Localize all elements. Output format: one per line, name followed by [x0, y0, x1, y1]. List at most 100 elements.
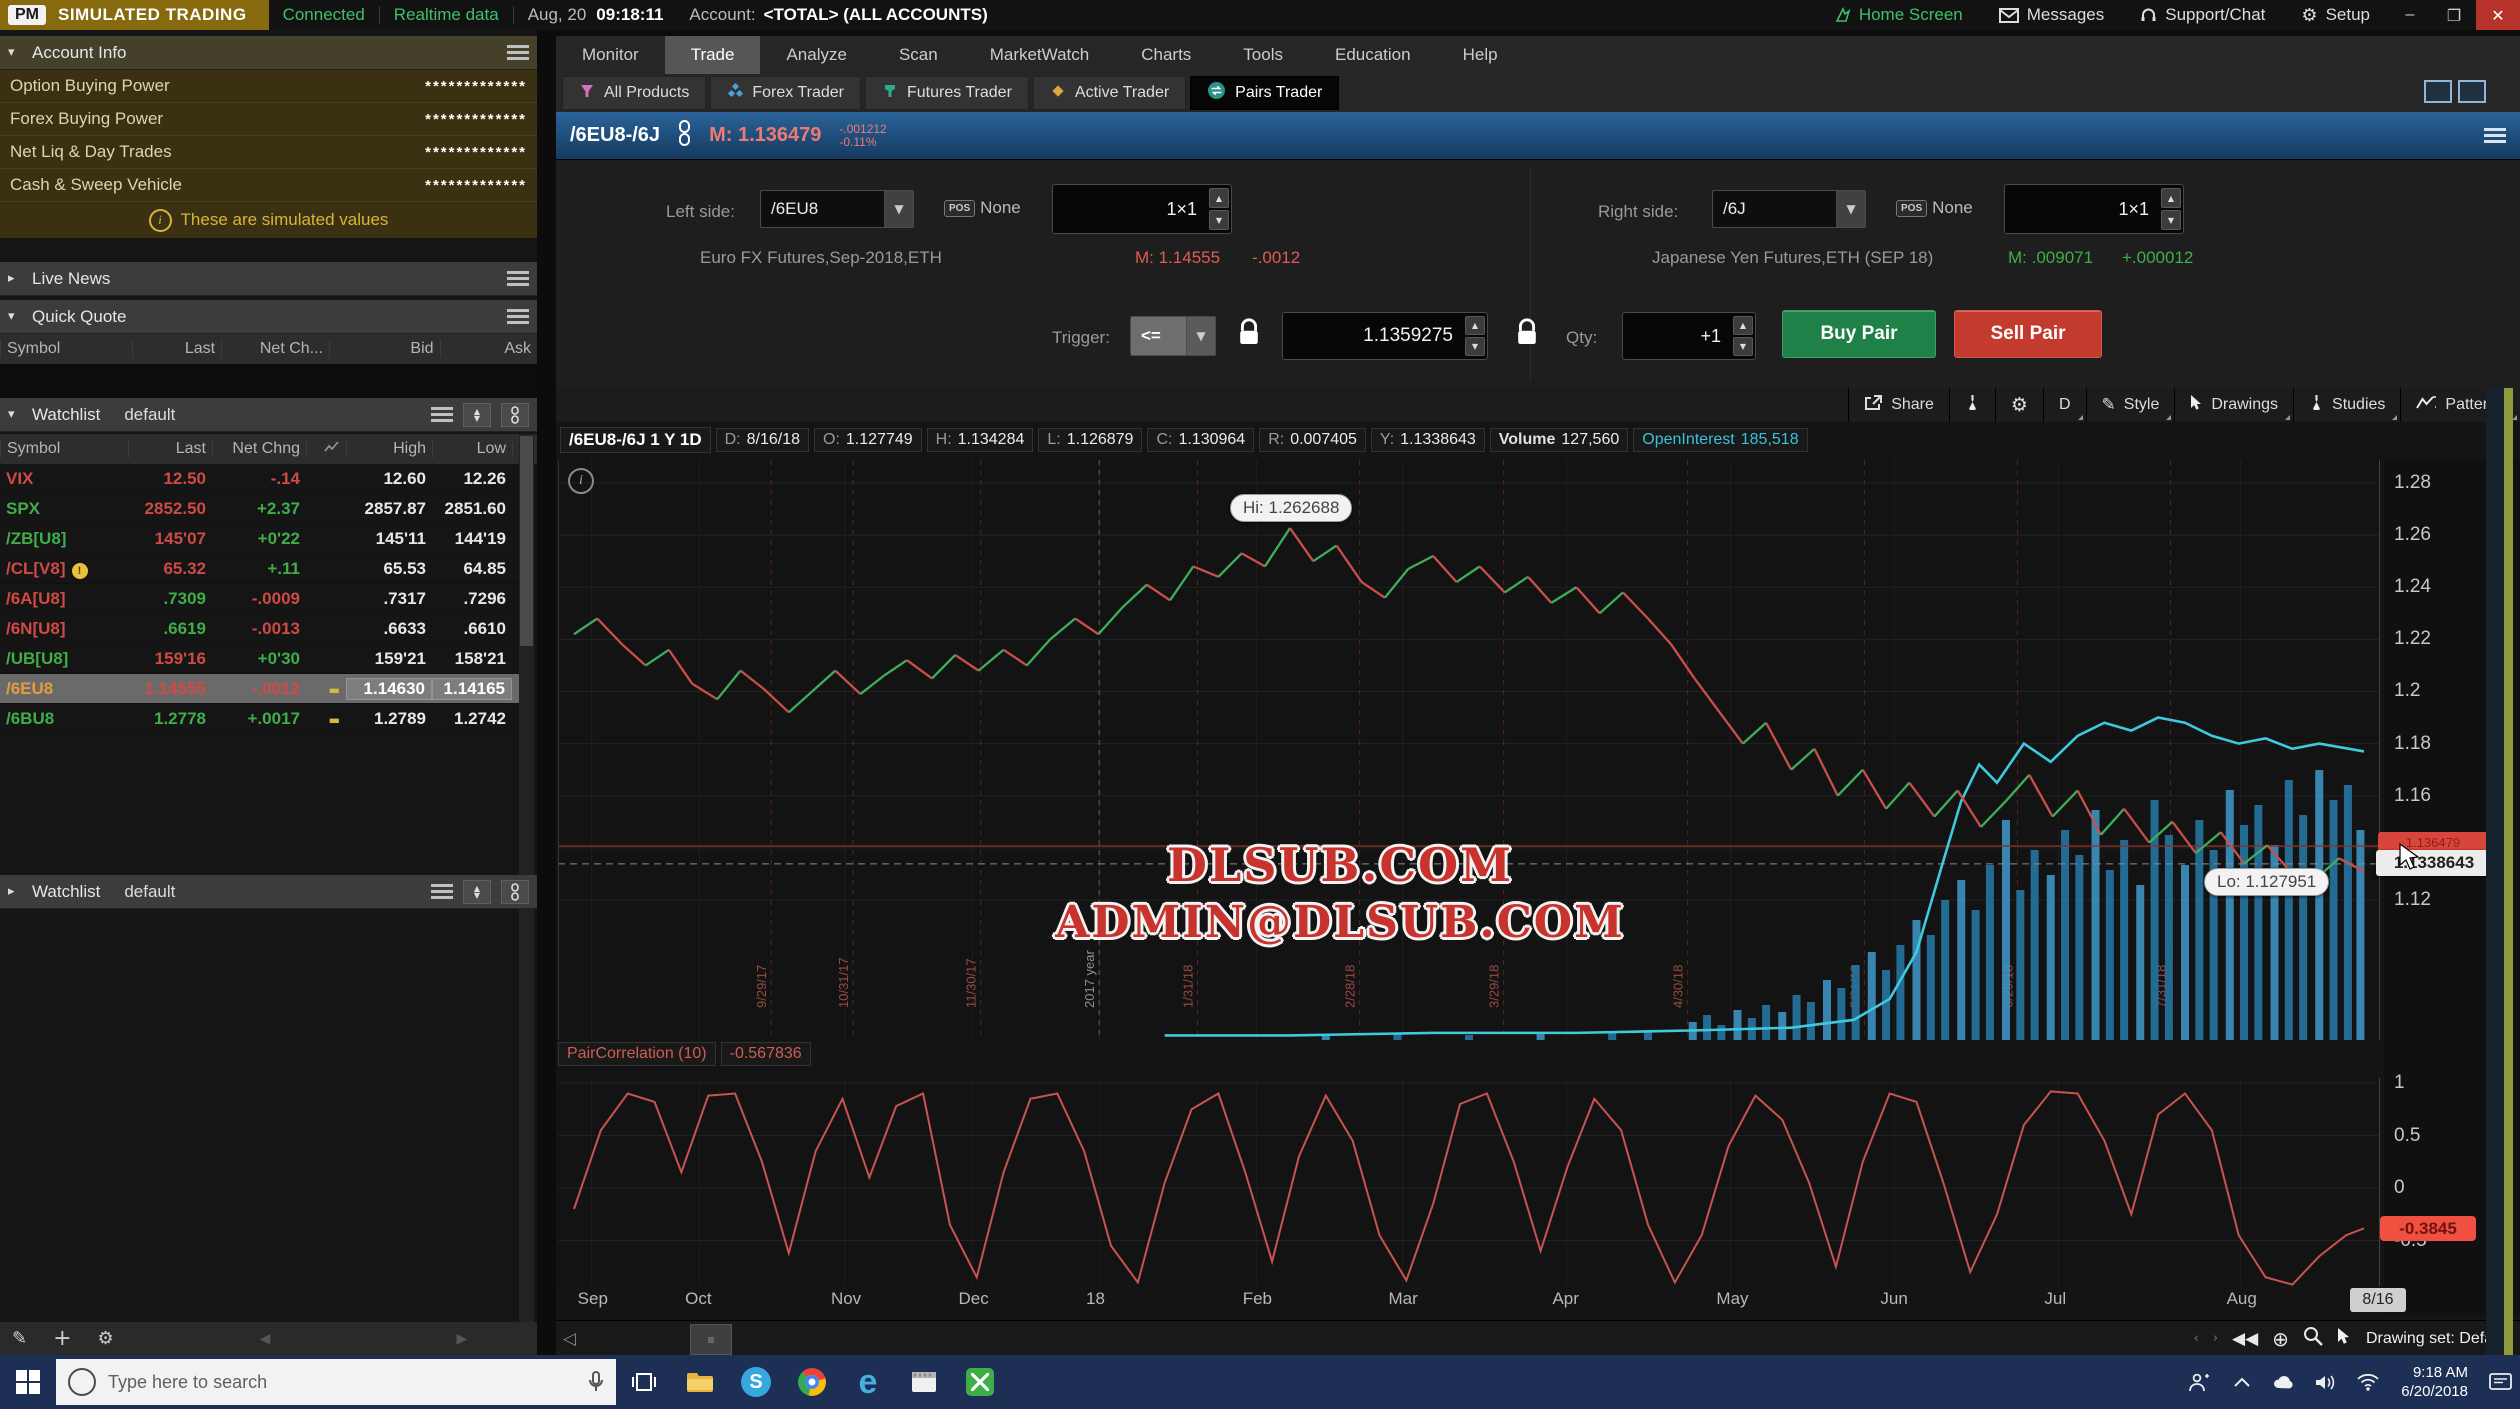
link-icon[interactable] — [501, 403, 529, 427]
speaker-icon[interactable] — [2307, 1355, 2345, 1409]
pair-symbol[interactable]: /6EU8-/6J — [570, 124, 660, 147]
edge-icon[interactable]: e — [840, 1355, 896, 1409]
subtab-all-products[interactable]: All Products — [562, 76, 706, 110]
correlation-plot[interactable] — [558, 1078, 2380, 1286]
setup-button[interactable]: ⚙ Setup — [2283, 0, 2388, 30]
watchlist-row[interactable]: /CL[V8]!65.32+.1165.5364.85 — [0, 554, 519, 584]
watchlist-symbol[interactable]: /6A[U8] — [0, 589, 128, 609]
reorder-control[interactable]: ▲▼ — [463, 880, 491, 904]
taskbar-search-input[interactable]: Type here to search — [56, 1359, 616, 1405]
main-chart-plot[interactable]: 9/29/1710/31/1711/30/172017 year1/31/182… — [558, 460, 2380, 1040]
task-view-icon[interactable] — [616, 1355, 672, 1409]
watchlist-symbol[interactable]: SPX — [0, 499, 128, 519]
time-axis[interactable]: SepOctNovDec18FebMarAprMayJunJulAug — [558, 1286, 2380, 1314]
timeframe-button[interactable]: D — [2043, 388, 2086, 422]
spin-down-icon[interactable]: ▼ — [1465, 337, 1485, 356]
skype-icon[interactable]: S — [728, 1355, 784, 1409]
chart-info-icon[interactable]: i — [568, 468, 594, 494]
watchlist-row[interactable]: /6A[U8].7309-.0009.7317.7296 — [0, 584, 519, 614]
watchlist-row[interactable]: /6N[U8].6619-.0013.6633.6610 — [0, 614, 519, 644]
menu-icon[interactable] — [2484, 128, 2506, 143]
scroll-thumb[interactable]: ≡ — [690, 1324, 732, 1355]
quick-quote-column-bid[interactable]: Bid — [329, 340, 440, 358]
style-button[interactable]: ✎Style — [2086, 388, 2175, 422]
account-info-header[interactable]: ▾ Account Info — [0, 36, 537, 70]
taskbar-clock[interactable]: 9:18 AM 6/20/2018 — [2391, 1363, 2478, 1401]
watchlist-symbol[interactable]: /ZB[U8] — [0, 529, 128, 549]
studies-quick-icon[interactable] — [1949, 388, 1995, 422]
pan-left-icon[interactable]: ◁ — [563, 1329, 576, 1349]
add-icon[interactable]: + — [53, 1326, 71, 1351]
tab-scan[interactable]: Scan — [873, 36, 964, 74]
watchlist-name-dropdown[interactable]: default — [124, 405, 175, 425]
realtime-data-status[interactable]: Realtime data — [394, 5, 499, 25]
sell-pair-button[interactable]: Sell Pair — [1954, 310, 2102, 358]
buy-pair-button[interactable]: Buy Pair — [1782, 310, 1936, 358]
right-symbol-dropdown[interactable]: /6J▼ — [1712, 190, 1866, 228]
minimize-button[interactable]: – — [2388, 0, 2432, 30]
spin-down-icon[interactable]: ▼ — [2161, 210, 2181, 230]
watchlist-column[interactable] — [306, 440, 346, 458]
menu-icon[interactable] — [507, 309, 529, 324]
window-icon[interactable] — [2424, 80, 2452, 103]
left-symbol-dropdown[interactable]: /6EU8▼ — [760, 190, 914, 228]
watchlist2-name-dropdown[interactable]: default — [124, 882, 175, 902]
link-icon[interactable] — [501, 880, 529, 904]
watchlist-symbol[interactable]: /CL[V8]! — [0, 559, 128, 579]
chain-link-icon[interactable] — [678, 120, 691, 151]
spin-up-icon[interactable]: ▲ — [2161, 188, 2181, 208]
chrome-icon[interactable] — [784, 1355, 840, 1409]
microphone-icon[interactable] — [588, 1370, 604, 1394]
lock-icon[interactable] — [1238, 318, 1260, 353]
menu-icon[interactable] — [431, 884, 453, 899]
people-icon[interactable] — [2181, 1355, 2219, 1409]
zoom-icon[interactable] — [2303, 1326, 2323, 1351]
spin-up-icon[interactable]: ▲ — [1209, 188, 1229, 208]
quick-quote-empty-row[interactable] — [0, 364, 537, 398]
edit-pencil-icon[interactable]: ✎ — [12, 1328, 27, 1349]
support-chat-button[interactable]: Support/Chat — [2122, 0, 2283, 30]
scrollbar-thumb[interactable] — [520, 436, 533, 646]
watchlist-row[interactable]: SPX2852.50+2.372857.872851.60 — [0, 494, 519, 524]
spin-down-icon[interactable]: ▼ — [1209, 210, 1229, 230]
tab-tools[interactable]: Tools — [1217, 36, 1309, 74]
menu-icon[interactable] — [507, 271, 529, 286]
quick-quote-column-netch[interactable]: Net Ch... — [221, 340, 329, 358]
gear-icon[interactable]: ⚙ — [98, 1328, 114, 1349]
start-button[interactable] — [0, 1355, 56, 1409]
watchlist-column[interactable]: Last — [128, 440, 212, 458]
qty-spinner[interactable]: +1 ▲▼ — [1622, 312, 1756, 360]
studies-button[interactable]: Studies — [2293, 388, 2400, 422]
tab-trade[interactable]: Trade — [665, 36, 761, 74]
subtab-pairs-trader[interactable]: Pairs Trader — [1190, 76, 1339, 110]
watchlist-row[interactable]: /UB[U8]159'16+0'30159'21158'21 — [0, 644, 519, 674]
lock-icon[interactable] — [1516, 318, 1538, 353]
tab-education[interactable]: Education — [1309, 36, 1437, 74]
dropdown-arrow-icon[interactable]: ▼ — [1186, 317, 1215, 355]
drawings-button[interactable]: Drawings — [2174, 388, 2293, 422]
crosshair-mode-icon[interactable]: ⊕ — [2272, 1327, 2289, 1351]
watchlist-header[interactable]: ▾ Watchlist default ▲▼ — [0, 398, 537, 432]
show-hidden-icons[interactable] — [2223, 1355, 2261, 1409]
watchlist-symbol[interactable]: /6N[U8] — [0, 619, 128, 639]
left-ratio-spinner[interactable]: 1×1 ▲▼ — [1052, 184, 1232, 234]
restore-button[interactable]: ❐ — [2432, 0, 2476, 30]
watchlist-column[interactable]: High — [346, 440, 432, 458]
network-icon[interactable] — [2349, 1355, 2387, 1409]
tab-help[interactable]: Help — [1437, 36, 1524, 74]
trigger-price-spinner[interactable]: 1.1359275 ▲▼ — [1282, 312, 1488, 360]
watchlist-symbol[interactable]: VIX — [0, 469, 128, 489]
watchlist-symbol[interactable]: /6BU8 — [0, 709, 128, 729]
small-right-icon[interactable]: › — [2213, 1331, 2218, 1346]
dropdown-arrow-icon[interactable]: ▼ — [1836, 191, 1865, 227]
menu-icon[interactable] — [507, 45, 529, 60]
spin-up-icon[interactable]: ▲ — [1733, 316, 1753, 335]
account-selector[interactable]: <TOTAL> (ALL ACCOUNTS) — [764, 5, 988, 25]
chart-symbol-timeframe[interactable]: /6EU8-/6J 1 Y 1D — [560, 427, 711, 453]
tab-analyze[interactable]: Analyze — [760, 36, 872, 74]
subtab-active-trader[interactable]: Active Trader — [1033, 76, 1186, 110]
small-left-icon[interactable]: ‹ — [2194, 1331, 2199, 1346]
watchlist-column[interactable]: Low — [432, 440, 512, 458]
right-scroll-track[interactable] — [2486, 388, 2504, 1355]
trigger-operator-dropdown[interactable]: <=▼ — [1130, 316, 1216, 356]
